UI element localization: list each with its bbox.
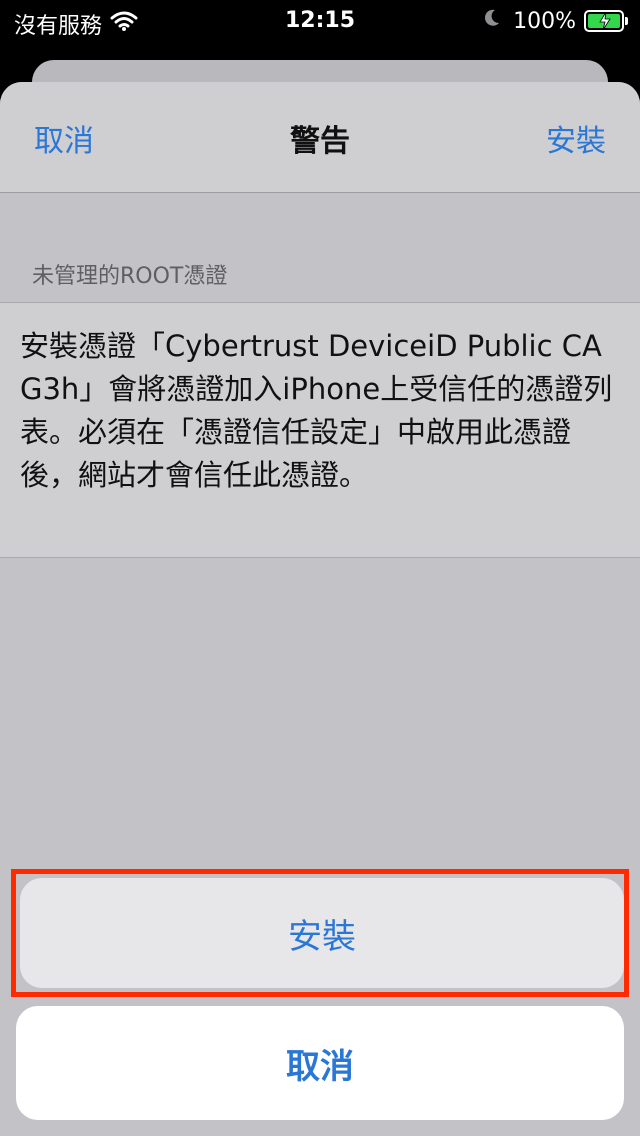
- page-title: 警告: [290, 124, 350, 159]
- battery-percent: 100%: [513, 8, 576, 34]
- battery-tip: [625, 17, 628, 25]
- charging-bolt-icon: [599, 12, 611, 30]
- battery-icon: [584, 10, 624, 32]
- section-header: 未管理的ROOT憑證: [32, 264, 228, 289]
- highlight-box: [11, 869, 629, 997]
- status-bar: 沒有服務 12:15 100%: [0, 0, 640, 44]
- moon-icon: [483, 8, 501, 34]
- status-right: 100%: [483, 8, 628, 34]
- nav-install-button[interactable]: 安裝: [546, 116, 606, 160]
- action-cancel-button[interactable]: 取消: [16, 1006, 624, 1120]
- warning-content: 安裝憑證「Cybertrust DeviceiD Public CA G3h」會…: [0, 302, 640, 558]
- nav-bar: 取消 警告 安裝: [0, 82, 640, 193]
- warning-text: 安裝憑證「Cybertrust DeviceiD Public CA G3h」會…: [20, 329, 613, 492]
